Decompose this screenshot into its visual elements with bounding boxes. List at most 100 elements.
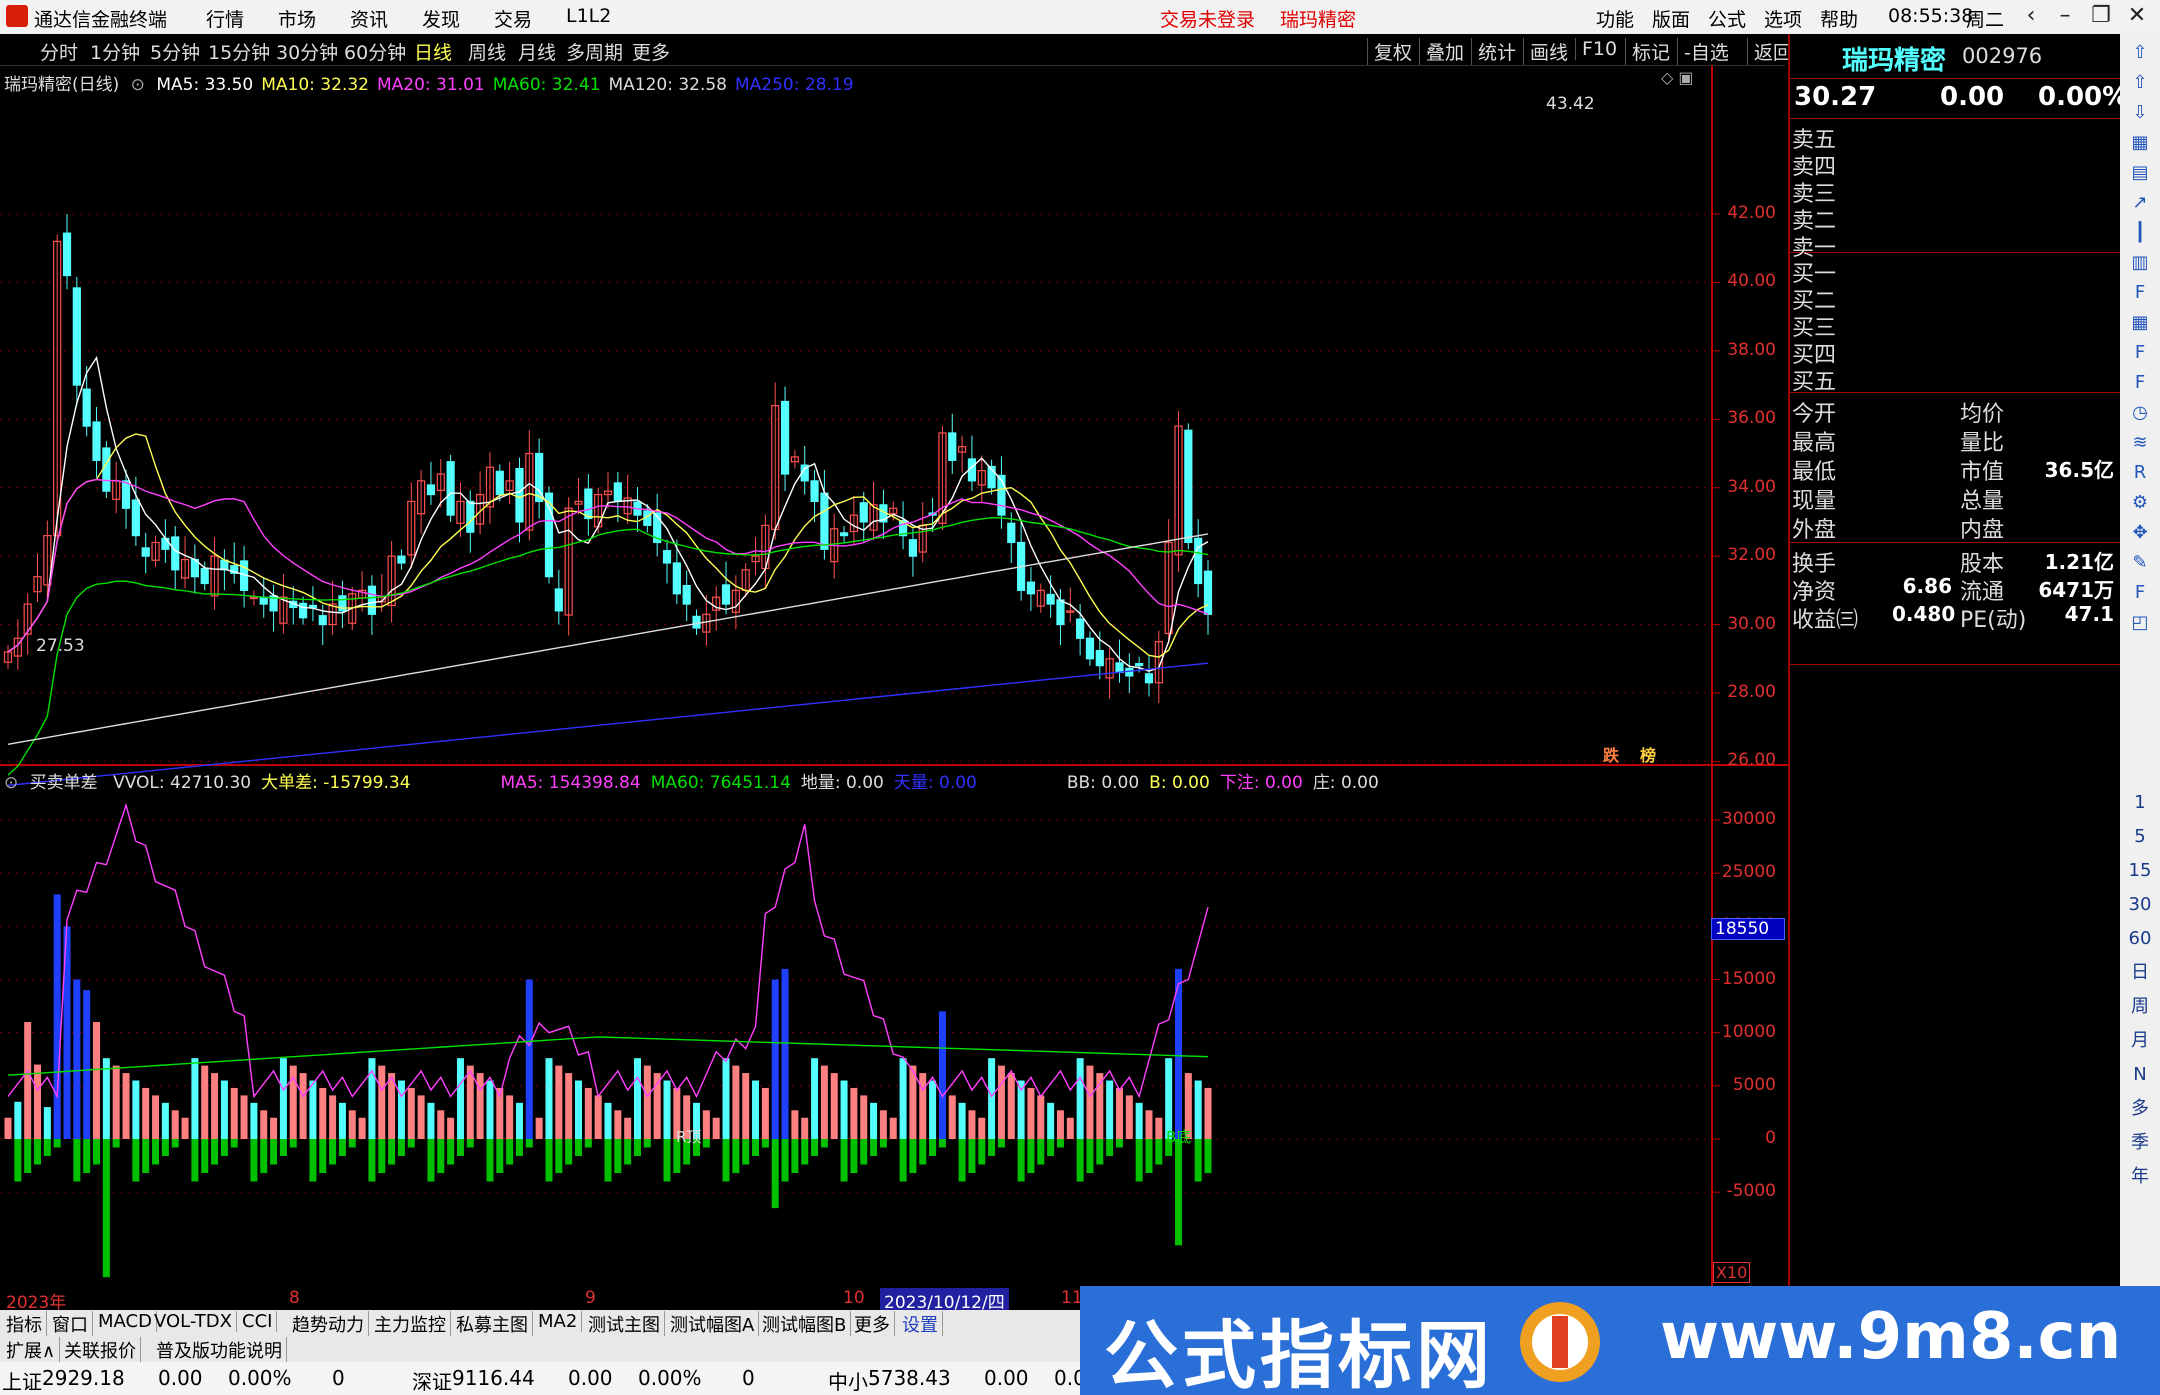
collapse-icon[interactable]: ⊙ — [131, 75, 145, 95]
tool-7[interactable]: 返回 — [1747, 38, 1792, 65]
side-period-7[interactable]: 月 — [2127, 1028, 2153, 1054]
candle-body — [859, 502, 868, 523]
move-icon[interactable]: ✥ — [2127, 520, 2153, 546]
tool-0[interactable]: 复权 — [1367, 38, 1412, 65]
minimize-icon[interactable]: – — [2050, 2, 2080, 32]
period-9[interactable]: 多周期 — [566, 38, 623, 65]
marker-fall[interactable]: 跌 — [1603, 742, 1619, 766]
candle-icon[interactable]: ┃ — [2127, 220, 2153, 246]
tool-2[interactable]: 统计 — [1471, 38, 1516, 65]
vol-bar — [260, 1110, 268, 1139]
menu-options[interactable]: 选项 — [1764, 5, 1802, 32]
tool-3[interactable]: 画线 — [1523, 38, 1568, 65]
chart-area[interactable] — [0, 66, 1788, 1286]
list-icon[interactable]: ▥ — [2127, 250, 2153, 276]
grid-icon[interactable]: ▦ — [2127, 310, 2153, 336]
menu-layout[interactable]: 版面 — [1652, 5, 1690, 32]
neg-bar — [988, 1139, 996, 1157]
menu-formula[interactable]: 公式 — [1708, 5, 1746, 32]
wave-icon[interactable]: ≋ — [2127, 430, 2153, 456]
side-period-0[interactable]: 1 — [2127, 790, 2153, 816]
marker-rank[interactable]: 榜 — [1640, 742, 1656, 766]
indicator-tab-10[interactable]: 测试幅图A — [666, 1311, 760, 1337]
menu-l1l2[interactable]: L1L2 — [566, 5, 611, 27]
f2-icon[interactable]: F — [2127, 370, 2153, 396]
pen-icon[interactable]: ✎ — [2127, 550, 2153, 576]
tool-1[interactable]: 叠加 — [1419, 38, 1464, 65]
period-5[interactable]: 60分钟 — [344, 38, 406, 65]
login-status[interactable]: 交易未登录 — [1160, 5, 1255, 32]
period-1[interactable]: 1分钟 — [90, 38, 140, 65]
indicator-tab-5[interactable]: 趋势动力 — [288, 1311, 369, 1337]
f-icon[interactable]: F — [2127, 340, 2153, 366]
indicator-tab-13[interactable]: 设置 — [898, 1311, 943, 1337]
rsi-icon[interactable]: R — [2127, 460, 2153, 486]
period-4[interactable]: 30分钟 — [276, 38, 338, 65]
side-period-10[interactable]: 季 — [2127, 1130, 2153, 1156]
indicator-tab-2[interactable]: MACD — [94, 1311, 157, 1332]
candle-body — [72, 287, 81, 386]
tool-6[interactable]: -自选 — [1677, 38, 1729, 65]
period-2[interactable]: 5分钟 — [150, 38, 200, 65]
indicator-tab-0[interactable]: 指标 — [2, 1311, 47, 1337]
indicator-tab-3[interactable]: VOL-TDX — [150, 1311, 237, 1332]
table-icon[interactable]: ▤ — [2127, 160, 2153, 186]
side-period-4[interactable]: 60 — [2127, 926, 2153, 952]
indicator-tab-6[interactable]: 主力监控 — [370, 1311, 451, 1337]
clock-icon[interactable]: ◷ — [2127, 400, 2153, 426]
layers-icon[interactable]: ◰ — [2127, 610, 2153, 636]
period-3[interactable]: 15分钟 — [208, 38, 270, 65]
menu-function[interactable]: 功能 — [1596, 5, 1634, 32]
side-period-9[interactable]: 多 — [2127, 1096, 2153, 1122]
period-6[interactable]: 日线 — [414, 38, 452, 65]
back-icon[interactable]: ‹ — [2016, 2, 2046, 32]
side-period-3[interactable]: 30 — [2127, 892, 2153, 918]
up-icon[interactable]: ⇧ — [2127, 70, 2153, 96]
period-10[interactable]: 更多 — [632, 38, 670, 65]
menu-news[interactable]: 资讯 — [350, 5, 388, 32]
gear-icon[interactable]: ⚙ — [2127, 490, 2153, 516]
chart-settings-icon[interactable]: ◇ ▣ — [1661, 68, 1694, 87]
tool-4[interactable]: F10 — [1575, 38, 1617, 60]
menu-help[interactable]: 帮助 — [1820, 5, 1858, 32]
extra-tab-1[interactable]: 关联报价 — [60, 1337, 141, 1363]
indicator-tab-8[interactable]: MA2 — [534, 1311, 583, 1332]
menu-discover[interactable]: 发现 — [422, 5, 460, 32]
menu-quotes[interactable]: 行情 — [206, 5, 244, 32]
vol-bar — [83, 990, 91, 1139]
side-period-2[interactable]: 15 — [2127, 858, 2153, 884]
extra-tab-2[interactable]: 普及版功能说明 — [152, 1337, 287, 1363]
close-icon[interactable]: ✕ — [2122, 2, 2152, 32]
indicator-tab-12[interactable]: 更多 — [850, 1311, 895, 1337]
f10-icon[interactable]: F — [2127, 280, 2153, 306]
neg-bar — [329, 1139, 337, 1165]
period-0[interactable]: 分时 — [40, 38, 78, 65]
index-name-1[interactable]: 深证 — [412, 1366, 452, 1395]
indicator-tab-7[interactable]: 私募主图 — [452, 1311, 533, 1337]
menu-market[interactable]: 市场 — [278, 5, 316, 32]
side-period-8[interactable]: N — [2127, 1062, 2153, 1088]
collapse-sub-icon[interactable]: ⊙ — [4, 773, 18, 793]
indicator-tab-9[interactable]: 测试主图 — [584, 1311, 665, 1337]
index-name-2[interactable]: 中小 — [828, 1366, 868, 1395]
restore-icon[interactable]: ❐ — [2086, 2, 2116, 32]
index-name-0[interactable]: 上证 — [2, 1366, 42, 1395]
side-period-11[interactable]: 年 — [2127, 1164, 2153, 1190]
down-icon[interactable]: ⇩ — [2127, 100, 2153, 126]
menu-trade[interactable]: 交易 — [494, 5, 532, 32]
neg-bar — [978, 1139, 986, 1165]
period-8[interactable]: 月线 — [518, 38, 556, 65]
side-period-5[interactable]: 日 — [2127, 960, 2153, 986]
line-icon[interactable]: ↗ — [2127, 190, 2153, 216]
extra-tab-0[interactable]: 扩展∧ — [2, 1337, 61, 1363]
up-arrow-icon[interactable]: ⇧ — [2127, 40, 2153, 66]
tool-5[interactable]: 标记 — [1625, 38, 1670, 65]
side-period-1[interactable]: 5 — [2127, 824, 2153, 850]
period-7[interactable]: 周线 — [468, 38, 506, 65]
indicator-tab-11[interactable]: 测试幅图B — [758, 1311, 852, 1337]
indicator-tab-1[interactable]: 窗口 — [48, 1311, 93, 1337]
chart-icon[interactable]: ▦ — [2127, 130, 2153, 156]
fs-icon[interactable]: F — [2127, 580, 2153, 606]
side-period-6[interactable]: 周 — [2127, 994, 2153, 1020]
indicator-tab-4[interactable]: CCI — [238, 1311, 278, 1332]
